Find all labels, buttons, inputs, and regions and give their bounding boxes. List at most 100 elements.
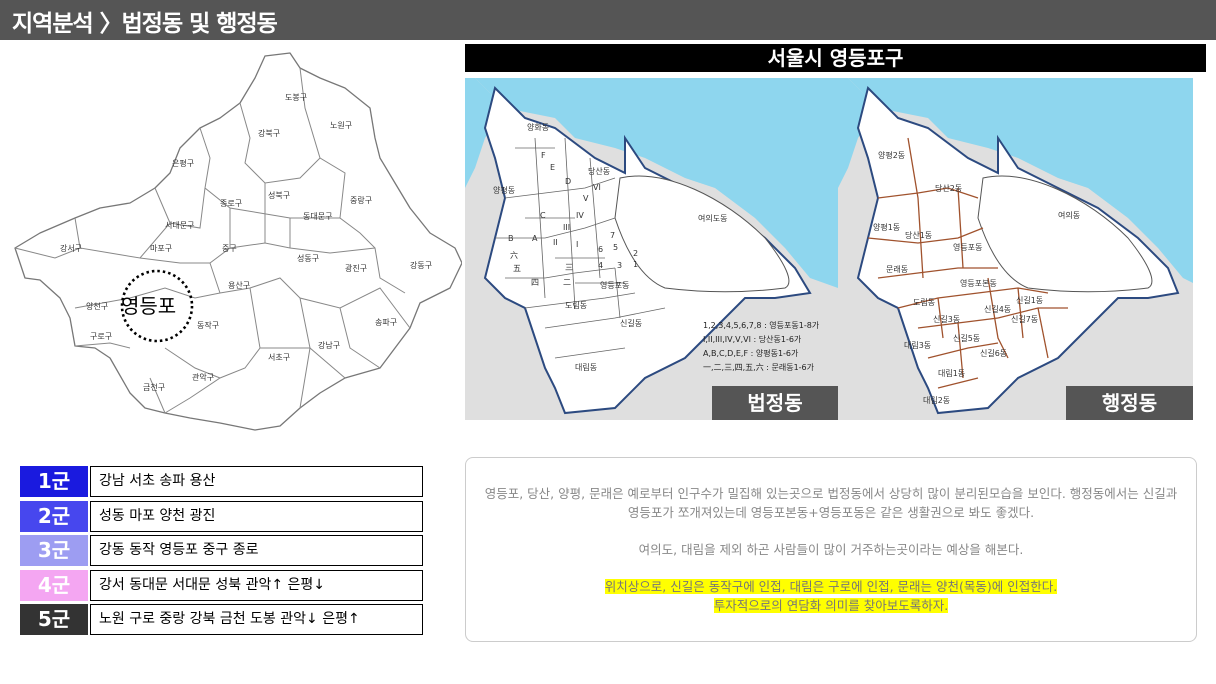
district-gwanak: 관악구 — [192, 372, 214, 382]
district-yongsan: 용산구 — [228, 280, 250, 290]
district-dongdaemun: 동대문구 — [303, 212, 332, 221]
legal-letter-e: E — [550, 163, 555, 172]
admin-dong-map: 양평2동 당산2동 여의동 양평1동 당산1동 영등포동 문래동 영등포본동 도… — [838, 78, 1193, 420]
legal-letter-r3: III — [563, 223, 570, 232]
legal-letter-r5: V — [583, 194, 589, 203]
legal-letter-h4: 四 — [531, 278, 539, 287]
legal-dorim: 도림동 — [565, 300, 587, 310]
grade-row-3: 3군 강동 동작 영등포 중구 종로 — [20, 535, 423, 566]
district-dongjak: 동작구 — [197, 320, 219, 330]
highlight-yeongdeungpo: 영등포 — [121, 294, 176, 318]
legal-letter-h2: 二 — [563, 278, 571, 287]
legal-letter-n3: 3 — [617, 261, 622, 270]
district-dobong: 도봉구 — [285, 93, 307, 102]
legal-dong-badge: 법정동 — [712, 386, 838, 420]
district-jungnang: 중랑구 — [350, 195, 372, 205]
legal-letter-h5: 五 — [513, 264, 521, 273]
legal-letter-n4: 4 — [598, 261, 603, 270]
seoul-outline — [14, 52, 463, 431]
header-bar: 지역분석 〉법정동 및 행정동 — [0, 0, 1216, 40]
legal-letter-r1: I — [576, 240, 578, 249]
district-geumcheon: 금천구 — [143, 382, 165, 392]
legal-letter-a: A — [532, 234, 538, 243]
admin-yeoui: 여의동 — [1058, 210, 1080, 220]
admin-singil7: 신길7동 — [1011, 315, 1038, 324]
admin-mullae: 문래동 — [886, 265, 908, 274]
admin-singil1: 신길1동 — [1016, 296, 1043, 305]
district-seodaemun: 서대문구 — [165, 221, 194, 230]
legal-letter-h3: 三 — [565, 263, 573, 272]
legal-dangsan: 당산동 — [588, 166, 610, 176]
admin-dangsan2: 당산2동 — [935, 183, 962, 193]
district-gangbuk: 강북구 — [258, 128, 280, 138]
legal-yanghwa: 양화동 — [527, 123, 549, 132]
grade-districts-1: 강남 서초 송파 용산 — [90, 466, 423, 497]
grade-districts-5: 노원 구로 중랑 강북 금천 도봉 관악↓ 은평↑ — [90, 604, 423, 635]
district-jongno: 종로구 — [220, 199, 242, 208]
grade-table: 1군 강남 서초 송파 용산 2군 성동 마포 양천 광진 3군 강동 동작 영… — [20, 466, 423, 639]
district-jung: 중구 — [222, 244, 237, 253]
admin-singil6: 신길6동 — [980, 349, 1007, 358]
legal-letter-c: C — [540, 211, 546, 220]
legal-legend-line-1: 1,2,3,4,5,6,7,8 : 영등포동1-8가 — [703, 320, 820, 330]
grade-label-5: 5군 — [20, 604, 88, 635]
admin-singil3: 신길3동 — [933, 315, 960, 324]
analysis-notes: 영등포, 당산, 양평, 문래은 예로부터 인구수가 밀집해 있는곳으로 법정동… — [465, 457, 1197, 642]
admin-dorim: 도림동 — [913, 297, 935, 307]
legal-yeouido: 여의도동 — [698, 213, 727, 223]
admin-yangpyeong1: 양평1동 — [873, 222, 900, 232]
district-eunpyeong: 은평구 — [172, 158, 194, 168]
district-yangcheon: 양천구 — [86, 301, 108, 311]
legal-letter-n7: 7 — [610, 231, 615, 240]
district-gangnam: 강남구 — [318, 340, 340, 350]
page-title: 지역분석 〉법정동 및 행정동 — [12, 11, 278, 37]
legal-legend-line-3: A,B,C,D,E,F : 양평동1-6가 — [703, 348, 799, 358]
note-highlight-1: 위치상으로, 신길은 동작구에 인접, 대림은 구로에 인접, 문래는 양천(목… — [604, 579, 1058, 594]
grade-row-5: 5군 노원 구로 중랑 강북 금천 도봉 관악↓ 은평↑ — [20, 604, 423, 635]
legal-daerim: 대림동 — [575, 362, 597, 372]
admin-yeongdeungpo-bon: 영등포본동 — [960, 278, 997, 288]
legal-letter-h6: 六 — [510, 250, 518, 260]
grade-districts-2: 성동 마포 양천 광진 — [90, 500, 423, 532]
grade-row-2: 2군 성동 마포 양천 광진 — [20, 500, 423, 532]
admin-yangpyeong2: 양평2동 — [878, 150, 905, 160]
legal-dong-map: 양화동 당산동 양평동 여의도동 영등포동 도림동 신길동 대림동 F E D … — [465, 78, 838, 420]
district-seocho: 서초구 — [268, 353, 290, 362]
grade-districts-3: 강동 동작 영등포 중구 종로 — [90, 535, 423, 566]
legal-singil: 신길동 — [620, 319, 642, 328]
legal-letter-r4: IV — [576, 211, 584, 220]
admin-dangsan1: 당산1동 — [905, 230, 932, 240]
district-seongdong: 성동구 — [297, 254, 319, 263]
admin-singil5: 신길5동 — [953, 334, 980, 343]
legal-legend-line-2: I,II,III,IV,V,VI : 당산동1-6가 — [703, 334, 802, 344]
grade-label-3: 3군 — [20, 535, 88, 566]
note-highlight-2: 투자적으로의 연담화 의미를 찾아보도록하자. — [713, 598, 949, 613]
admin-daerim2: 대림2동 — [923, 395, 950, 405]
legal-yangpyeong: 양평동 — [493, 185, 515, 195]
admin-singil4: 신길4동 — [984, 305, 1011, 314]
legal-letter-n1: 1 — [633, 260, 638, 269]
district-guro: 구로구 — [90, 332, 112, 341]
district-nowon: 노원구 — [330, 121, 352, 130]
note-paragraph-2: 여의도, 대림을 제외 하곤 사람들이 많이 거주하는곳이라는 예상을 해본다. — [638, 542, 1024, 557]
grade-districts-4: 강서 동대문 서대문 성북 관악↑ 은평↓ — [90, 569, 423, 601]
grade-row-4: 4군 강서 동대문 서대문 성북 관악↑ 은평↓ — [20, 569, 423, 601]
district-seongbuk: 성북구 — [268, 191, 290, 200]
legal-yeongdeungpo: 영등포동 — [600, 280, 629, 290]
legal-letter-r6: VI — [593, 183, 601, 192]
district-gwangjin: 광진구 — [345, 263, 367, 273]
grade-label-1: 1군 — [20, 466, 88, 497]
legal-letter-n2: 2 — [633, 249, 638, 258]
admin-daerim3: 대림3동 — [904, 340, 931, 350]
legal-letter-d: D — [565, 177, 571, 186]
grade-row-1: 1군 강남 서초 송파 용산 — [20, 466, 423, 497]
seoul-district-map: 도봉구 노원구 강북구 은평구 성북구 중랑구 종로구 서대문구 동대문구 강서… — [0, 48, 463, 432]
legal-letter-n5: 5 — [613, 243, 618, 252]
admin-daerim1: 대림1동 — [938, 368, 965, 378]
district-songpa: 송파구 — [375, 318, 397, 327]
grade-label-4: 4군 — [20, 569, 88, 601]
legal-letter-b: B — [508, 234, 514, 243]
district-mapo: 마포구 — [150, 244, 172, 253]
admin-dong-badge: 행정동 — [1066, 386, 1193, 420]
note-paragraph-1: 영등포, 당산, 양평, 문래은 예로부터 인구수가 밀집해 있는곳으로 법정동… — [484, 486, 1178, 520]
